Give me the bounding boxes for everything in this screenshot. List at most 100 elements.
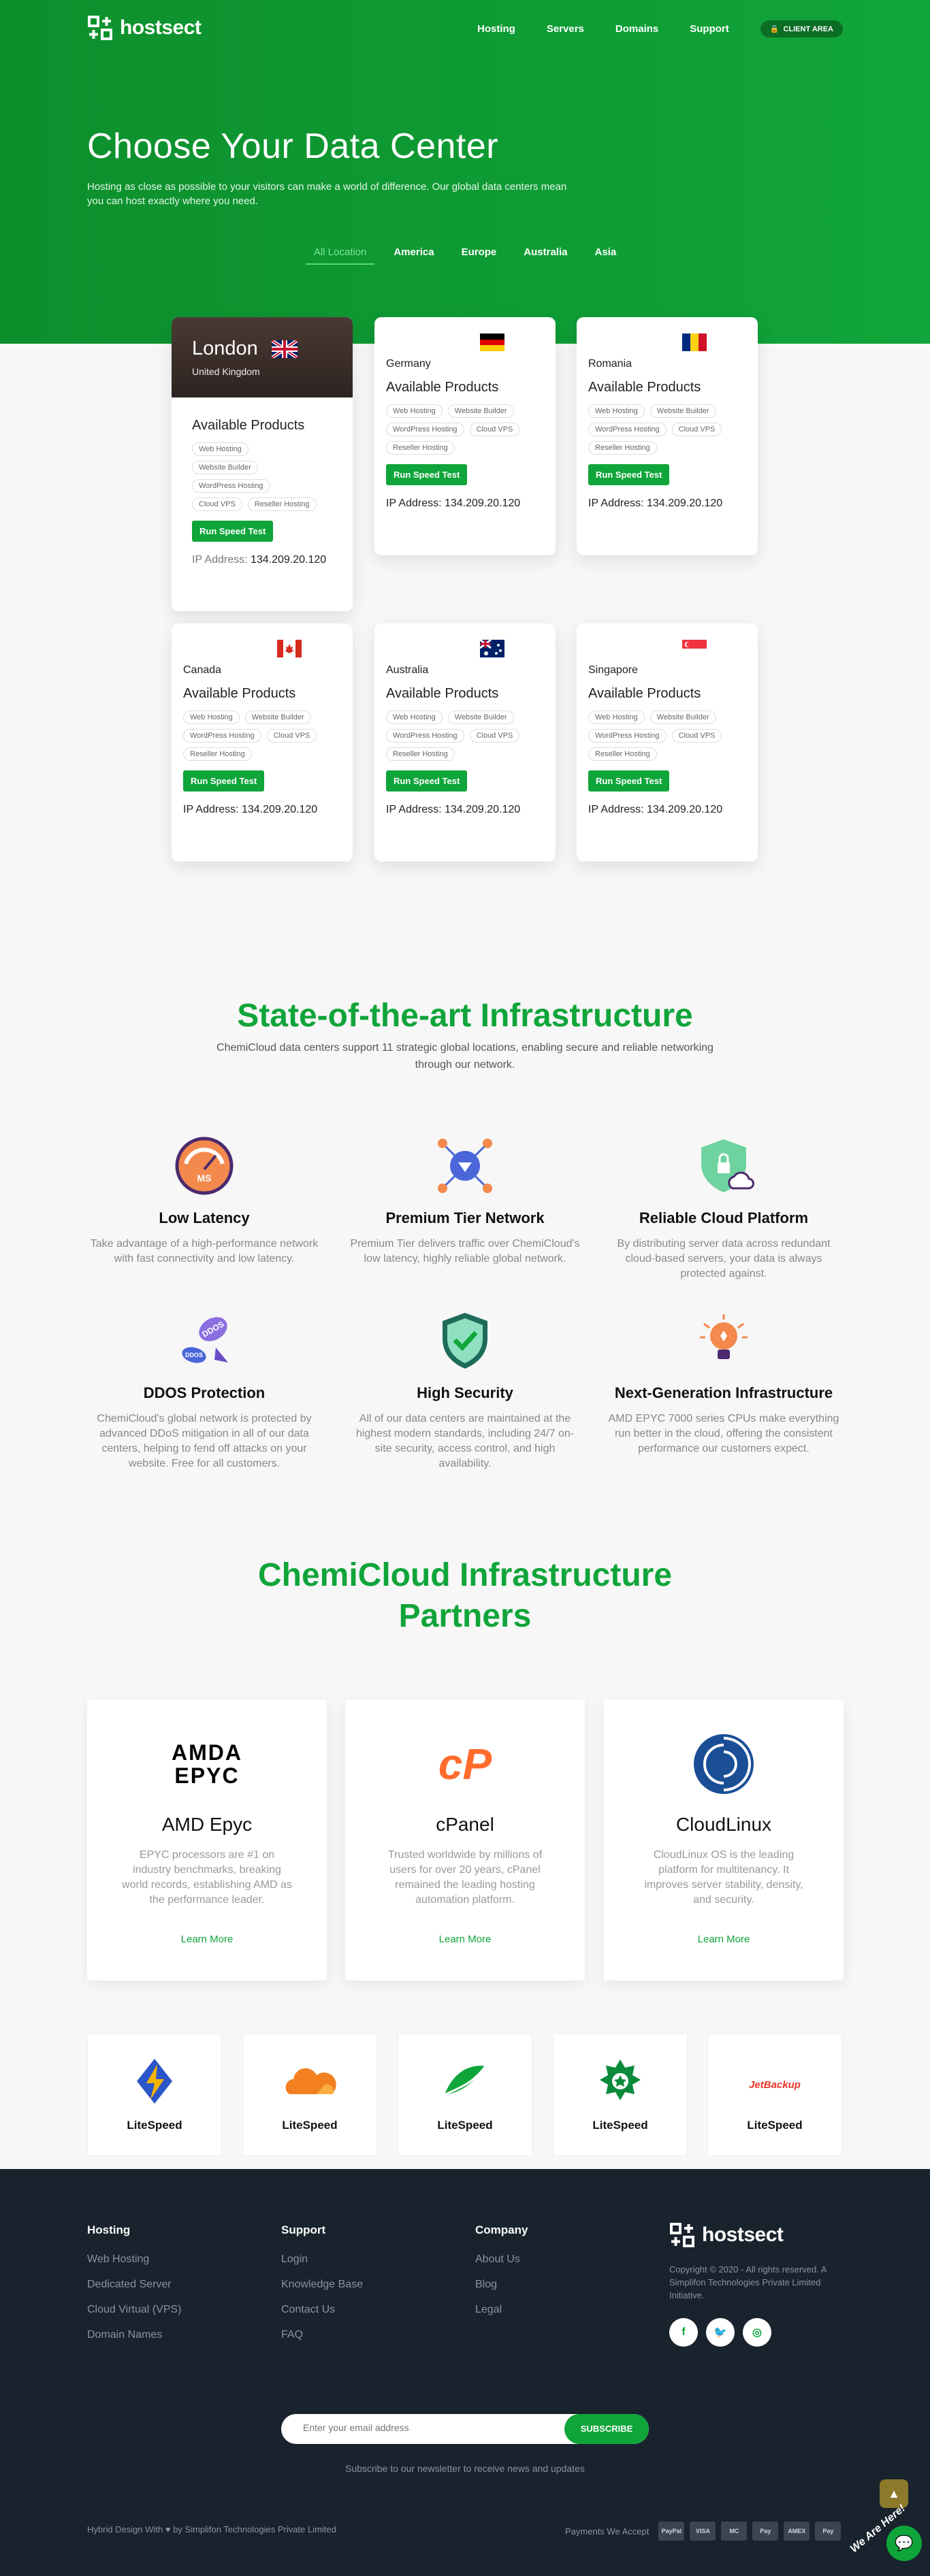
payment-icons: PayPal VISA MC Pay AMEX Pay bbox=[658, 2522, 841, 2541]
product-pill: WordPress Hosting bbox=[183, 729, 261, 743]
ip-value: 134.209.20.120 bbox=[646, 498, 723, 509]
product-pill: Website Builder bbox=[650, 404, 716, 418]
partner-name: CloudLinux bbox=[675, 1814, 772, 1835]
product-pill: Website Builder bbox=[244, 711, 311, 724]
footer-col-title: Hosting bbox=[87, 2223, 131, 2236]
cloudlinux-logo bbox=[604, 1727, 844, 1801]
client-area-button[interactable]: 🔒 CLIENT AREA bbox=[760, 20, 843, 37]
canada-flag-icon bbox=[277, 640, 302, 657]
footer-link[interactable]: Dedicated Server bbox=[87, 2279, 181, 2291]
feature-title: Low Latency bbox=[159, 1209, 250, 1226]
run-speed-test-button[interactable]: Run Speed Test bbox=[386, 464, 468, 485]
footer-col-company: Company About Us Blog Legal bbox=[475, 2223, 528, 2329]
product-pill: Web Hosting bbox=[588, 404, 645, 418]
footer-link[interactable]: Blog bbox=[475, 2279, 528, 2291]
brand-name: hostsect bbox=[120, 16, 202, 39]
tab-america[interactable]: America bbox=[394, 246, 434, 258]
copyright-text: Copyright © 2020 - All rights reserved. … bbox=[669, 2264, 827, 2300]
brand-logo[interactable]: hostsect bbox=[87, 15, 202, 41]
subscribe-button[interactable]: SUBSCRIBE bbox=[564, 2414, 649, 2444]
footer-link[interactable]: Cloud Virtual (VPS) bbox=[87, 2304, 181, 2316]
footer-link[interactable]: Knowledge Base bbox=[281, 2279, 363, 2291]
footer-link[interactable]: FAQ bbox=[281, 2329, 363, 2341]
nav-servers[interactable]: Servers bbox=[547, 23, 584, 35]
product-pill: WordPress Hosting bbox=[588, 423, 667, 436]
partners-title-line1: ChemiCloud Infrastructure bbox=[257, 1557, 673, 1593]
chat-widget[interactable]: We Are Here! 💬 bbox=[844, 2496, 926, 2571]
visa-icon: VISA bbox=[690, 2522, 716, 2541]
product-pill: Website Builder bbox=[192, 461, 258, 474]
client-area-label: CLIENT AREA bbox=[783, 25, 833, 33]
leaf-icon bbox=[444, 2066, 487, 2096]
star-badge-icon bbox=[600, 2059, 641, 2100]
ip-value: 134.209.20.120 bbox=[444, 804, 521, 815]
email-input[interactable] bbox=[303, 2422, 548, 2433]
run-speed-test-button[interactable]: Run Speed Test bbox=[192, 521, 274, 542]
tab-europe[interactable]: Europe bbox=[462, 246, 497, 258]
partner-text: CloudLinux OS is the leading platform fo… bbox=[644, 1849, 803, 1906]
ip-label: IP Address: bbox=[386, 804, 442, 815]
feature-text: Take advantage of a high-performance net… bbox=[90, 1238, 319, 1265]
datacenter-card-romania: Romania Available Products Web Hosting Webs… bbox=[577, 317, 758, 555]
small-partner-name: LiteSpeed bbox=[437, 2119, 493, 2132]
ip-address: IP Address: 134.209.20.120 bbox=[192, 554, 332, 566]
run-speed-test-button[interactable]: Run Speed Test bbox=[183, 770, 265, 792]
run-speed-test-button[interactable]: Run Speed Test bbox=[588, 464, 670, 485]
ip-address: IP Address: 134.209.20.120 bbox=[588, 498, 746, 510]
feature-text: ChemiCloud's global network is protected… bbox=[97, 1413, 312, 1469]
learn-more-link[interactable]: Learn More bbox=[345, 1934, 585, 1945]
ip-address: IP Address: 134.209.20.120 bbox=[386, 804, 544, 816]
datacenter-card-germany: Germany Available Products Web Hosting Webs… bbox=[374, 317, 556, 555]
learn-more-link[interactable]: Learn More bbox=[604, 1934, 844, 1945]
facebook-icon[interactable]: f bbox=[669, 2318, 698, 2347]
singapore-flag-icon bbox=[682, 640, 707, 657]
tab-all-location[interactable]: All Location bbox=[305, 246, 374, 265]
footer-link[interactable]: Domain Names bbox=[87, 2329, 181, 2341]
feature-text: AMD EPYC 7000 series CPUs make everythin… bbox=[608, 1413, 839, 1454]
run-speed-test-button[interactable]: Run Speed Test bbox=[386, 770, 468, 792]
footer-link[interactable]: About Us bbox=[475, 2253, 528, 2266]
partners-title-line2: Partners bbox=[398, 1598, 532, 1634]
product-pill: Web Hosting bbox=[386, 711, 443, 724]
nav-support[interactable]: Support bbox=[690, 23, 729, 35]
nav-domains[interactable]: Domains bbox=[615, 23, 658, 35]
chat-icon[interactable]: 💬 bbox=[886, 2526, 922, 2561]
ip-value: 134.209.20.120 bbox=[444, 498, 521, 509]
nav-hosting[interactable]: Hosting bbox=[477, 23, 515, 35]
partner-card-cpanel: cP cPanel Trusted worldwide by millions … bbox=[345, 1699, 585, 1980]
small-partner-card: LiteSpeed bbox=[398, 2034, 532, 2156]
tab-australia[interactable]: Australia bbox=[524, 246, 567, 258]
newsletter-form: SUBSCRIBE bbox=[281, 2414, 649, 2444]
payments-block: Payments We Accept PayPal VISA MC Pay AM… bbox=[565, 2522, 841, 2541]
country-name: Romania bbox=[588, 358, 632, 370]
ddos-icon: DDOSDDOS bbox=[182, 1317, 228, 1363]
twitter-icon[interactable]: 🐦 bbox=[706, 2318, 735, 2347]
uk-flag-icon bbox=[272, 340, 298, 358]
footer-link[interactable]: Contact Us bbox=[281, 2304, 363, 2316]
partner-name: AMD Epyc bbox=[161, 1814, 253, 1835]
product-pill: Reseller Hosting bbox=[386, 441, 455, 455]
product-pill: WordPress Hosting bbox=[192, 479, 270, 493]
footer-link[interactable]: Web Hosting bbox=[87, 2253, 181, 2266]
footer-col-support: Support Login Knowledge Base Contact Us … bbox=[281, 2223, 363, 2354]
product-pill: Cloud VPS bbox=[469, 729, 520, 743]
shield-check-icon bbox=[443, 1313, 487, 1369]
tab-asia[interactable]: Asia bbox=[594, 246, 616, 258]
product-pill: Reseller Hosting bbox=[247, 498, 317, 511]
learn-more-link[interactable]: Learn More bbox=[87, 1934, 327, 1945]
amd-epyc-logo: AMDA EPYC bbox=[87, 1727, 327, 1801]
products-list: Web Hosting Website Builder WordPress Host… bbox=[386, 711, 544, 761]
product-pill: Cloud VPS bbox=[192, 498, 242, 511]
product-pill: Reseller Hosting bbox=[386, 747, 455, 761]
small-partner-card: LiteSpeed bbox=[87, 2034, 222, 2156]
instagram-icon[interactable]: ◎ bbox=[743, 2318, 771, 2347]
footer-link[interactable]: Login bbox=[281, 2253, 363, 2266]
footer: Hosting Web Hosting Dedicated Server Clo… bbox=[0, 2169, 930, 2576]
footer-logo[interactable]: hostsect bbox=[669, 2222, 846, 2248]
feature-title: Reliable Cloud Platform bbox=[639, 1209, 809, 1226]
feature-low-latency: MS Low Latency Take advantage of a high-… bbox=[89, 1135, 320, 1267]
partner-text: Trusted worldwide by millions of users f… bbox=[387, 1849, 543, 1906]
run-speed-test-button[interactable]: Run Speed Test bbox=[588, 770, 670, 792]
footer-link[interactable]: Legal bbox=[475, 2304, 528, 2316]
google-pay-icon: Pay bbox=[815, 2522, 841, 2541]
